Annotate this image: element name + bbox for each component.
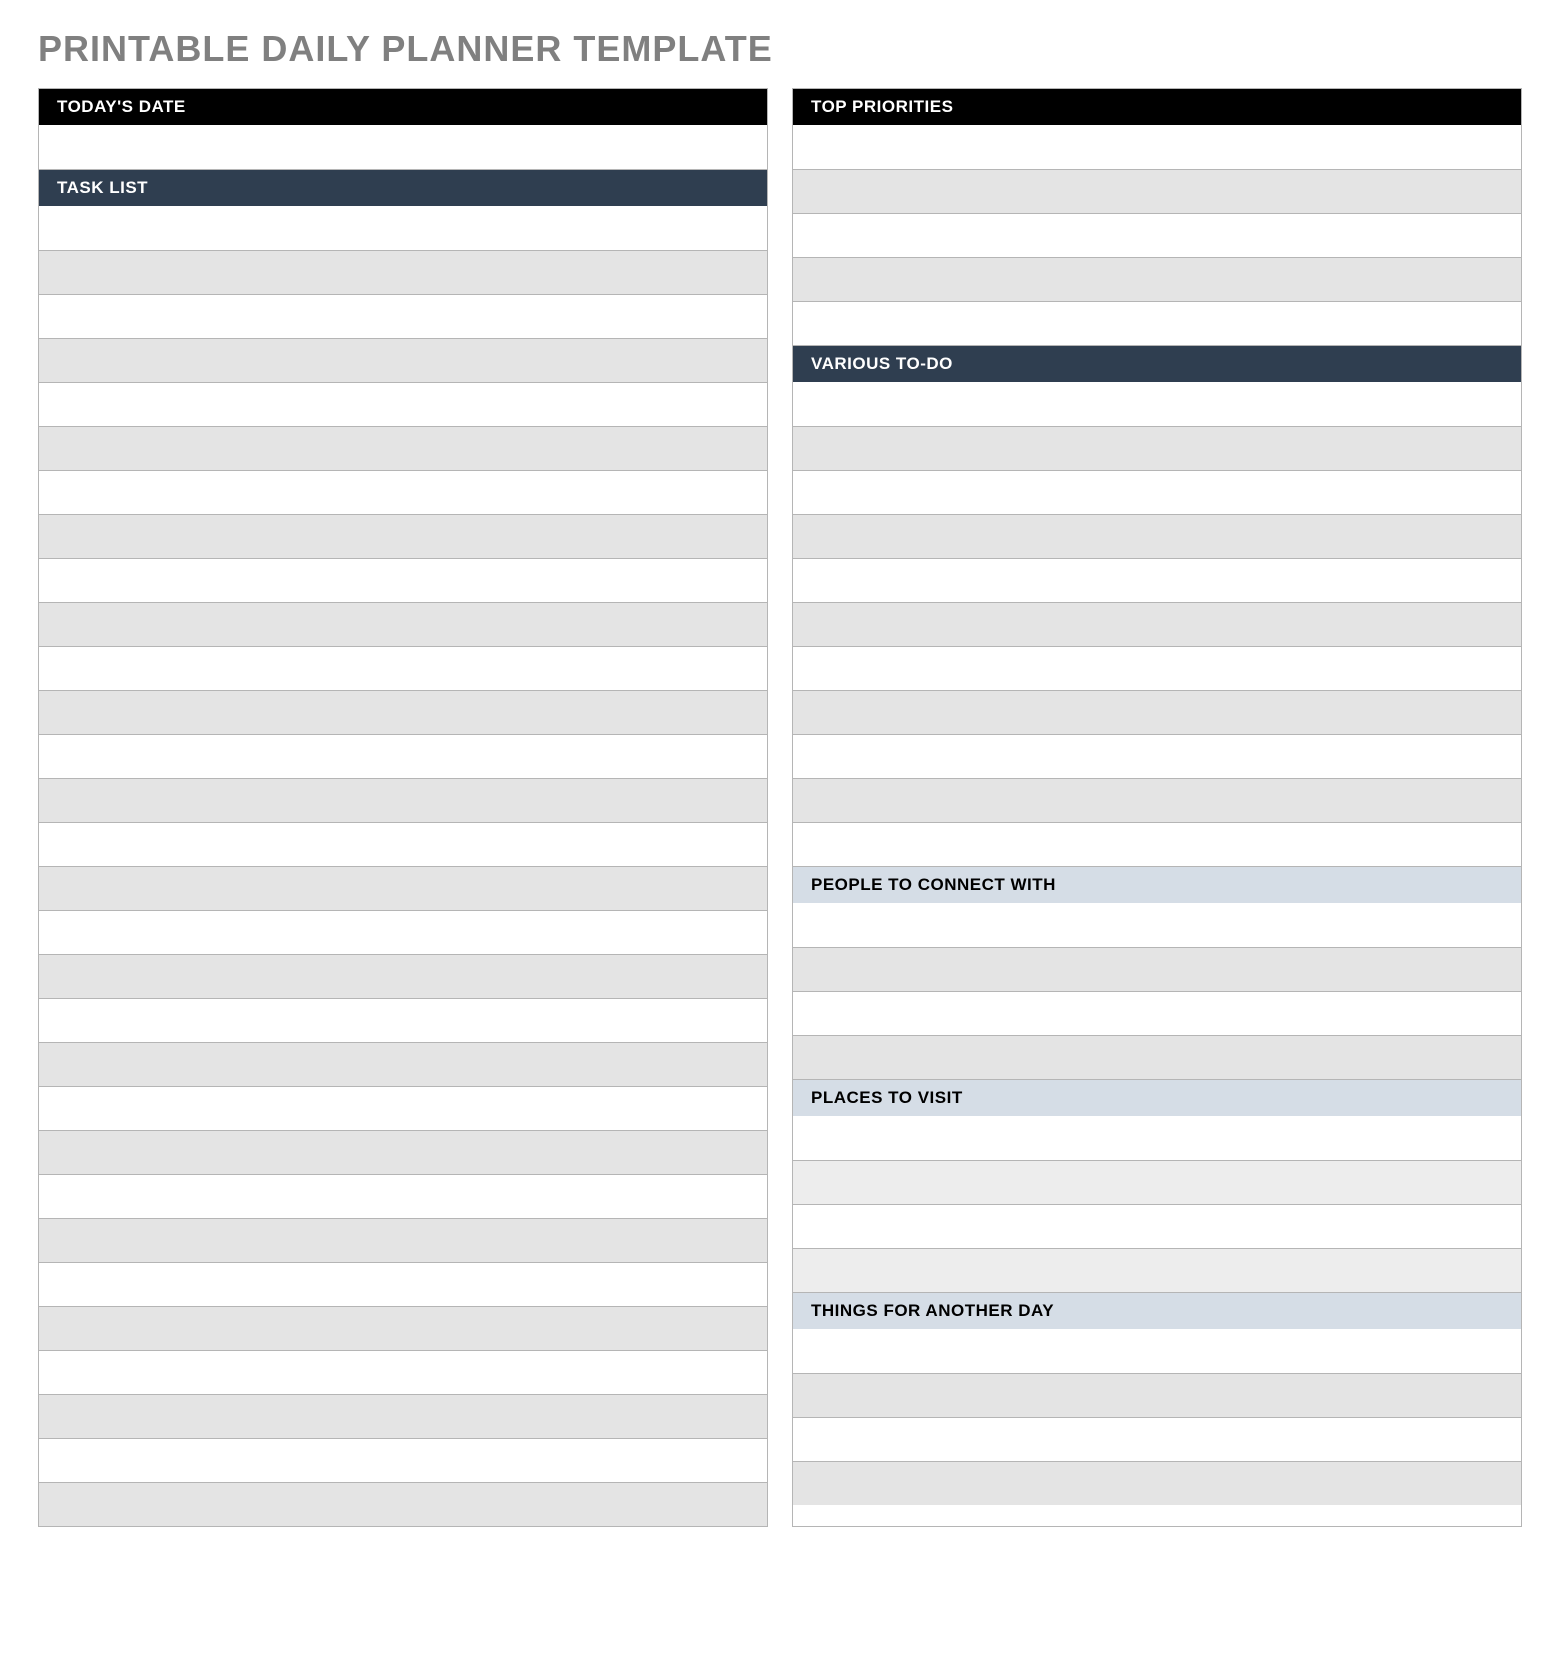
task-row[interactable] — [39, 734, 767, 778]
task-row[interactable] — [39, 1438, 767, 1482]
top-priorities-header: TOP PRIORITIES — [793, 89, 1521, 125]
task-row[interactable] — [39, 778, 767, 822]
things-row[interactable] — [793, 1373, 1521, 1417]
page-title: PRINTABLE DAILY PLANNER TEMPLATE — [38, 28, 1522, 70]
task-row[interactable] — [39, 1086, 767, 1130]
task-row[interactable] — [39, 910, 767, 954]
things-row[interactable] — [793, 1329, 1521, 1373]
task-row[interactable] — [39, 822, 767, 866]
priority-row[interactable] — [793, 169, 1521, 213]
right-column: TOP PRIORITIES VARIOUS TO-DO PEOPLE TO C… — [792, 88, 1522, 1527]
todo-row[interactable] — [793, 514, 1521, 558]
places-row[interactable] — [793, 1116, 1521, 1160]
task-row[interactable] — [39, 690, 767, 734]
task-row[interactable] — [39, 426, 767, 470]
task-row[interactable] — [39, 558, 767, 602]
task-row[interactable] — [39, 1350, 767, 1394]
task-row[interactable] — [39, 1130, 767, 1174]
things-header: THINGS FOR ANOTHER DAY — [793, 1292, 1521, 1329]
left-column: TODAY'S DATE TASK LIST — [38, 88, 768, 1527]
todo-row[interactable] — [793, 822, 1521, 866]
people-header: PEOPLE TO CONNECT WITH — [793, 866, 1521, 903]
places-row[interactable] — [793, 1204, 1521, 1248]
task-row[interactable] — [39, 954, 767, 998]
people-row[interactable] — [793, 947, 1521, 991]
priority-row[interactable] — [793, 213, 1521, 257]
places-row[interactable] — [793, 1248, 1521, 1292]
todo-row[interactable] — [793, 558, 1521, 602]
priority-row[interactable] — [793, 301, 1521, 345]
various-todo-header: VARIOUS TO-DO — [793, 345, 1521, 382]
todo-row[interactable] — [793, 734, 1521, 778]
things-row[interactable] — [793, 1461, 1521, 1505]
task-row[interactable] — [39, 1306, 767, 1350]
priority-row[interactable] — [793, 125, 1521, 169]
task-row[interactable] — [39, 998, 767, 1042]
task-row[interactable] — [39, 470, 767, 514]
task-row[interactable] — [39, 1262, 767, 1306]
task-row[interactable] — [39, 1482, 767, 1526]
todays-date-row[interactable] — [39, 125, 767, 169]
todo-row[interactable] — [793, 778, 1521, 822]
task-row[interactable] — [39, 866, 767, 910]
places-row[interactable] — [793, 1160, 1521, 1204]
task-row[interactable] — [39, 646, 767, 690]
todays-date-header: TODAY'S DATE — [39, 89, 767, 125]
things-row[interactable] — [793, 1417, 1521, 1461]
task-list-header: TASK LIST — [39, 169, 767, 206]
task-row[interactable] — [39, 382, 767, 426]
task-row[interactable] — [39, 1042, 767, 1086]
task-row[interactable] — [39, 1218, 767, 1262]
places-header: PLACES TO VISIT — [793, 1079, 1521, 1116]
task-row[interactable] — [39, 338, 767, 382]
people-row[interactable] — [793, 1035, 1521, 1079]
todo-row[interactable] — [793, 602, 1521, 646]
todo-row[interactable] — [793, 382, 1521, 426]
task-row[interactable] — [39, 1174, 767, 1218]
task-row[interactable] — [39, 206, 767, 250]
todo-row[interactable] — [793, 426, 1521, 470]
people-row[interactable] — [793, 903, 1521, 947]
planner-columns: TODAY'S DATE TASK LIST TOP PRI — [38, 88, 1522, 1527]
priority-row[interactable] — [793, 257, 1521, 301]
task-row[interactable] — [39, 602, 767, 646]
people-row[interactable] — [793, 991, 1521, 1035]
todo-row[interactable] — [793, 690, 1521, 734]
task-row[interactable] — [39, 250, 767, 294]
task-row[interactable] — [39, 1394, 767, 1438]
task-row[interactable] — [39, 294, 767, 338]
todo-row[interactable] — [793, 646, 1521, 690]
todo-row[interactable] — [793, 470, 1521, 514]
task-row[interactable] — [39, 514, 767, 558]
